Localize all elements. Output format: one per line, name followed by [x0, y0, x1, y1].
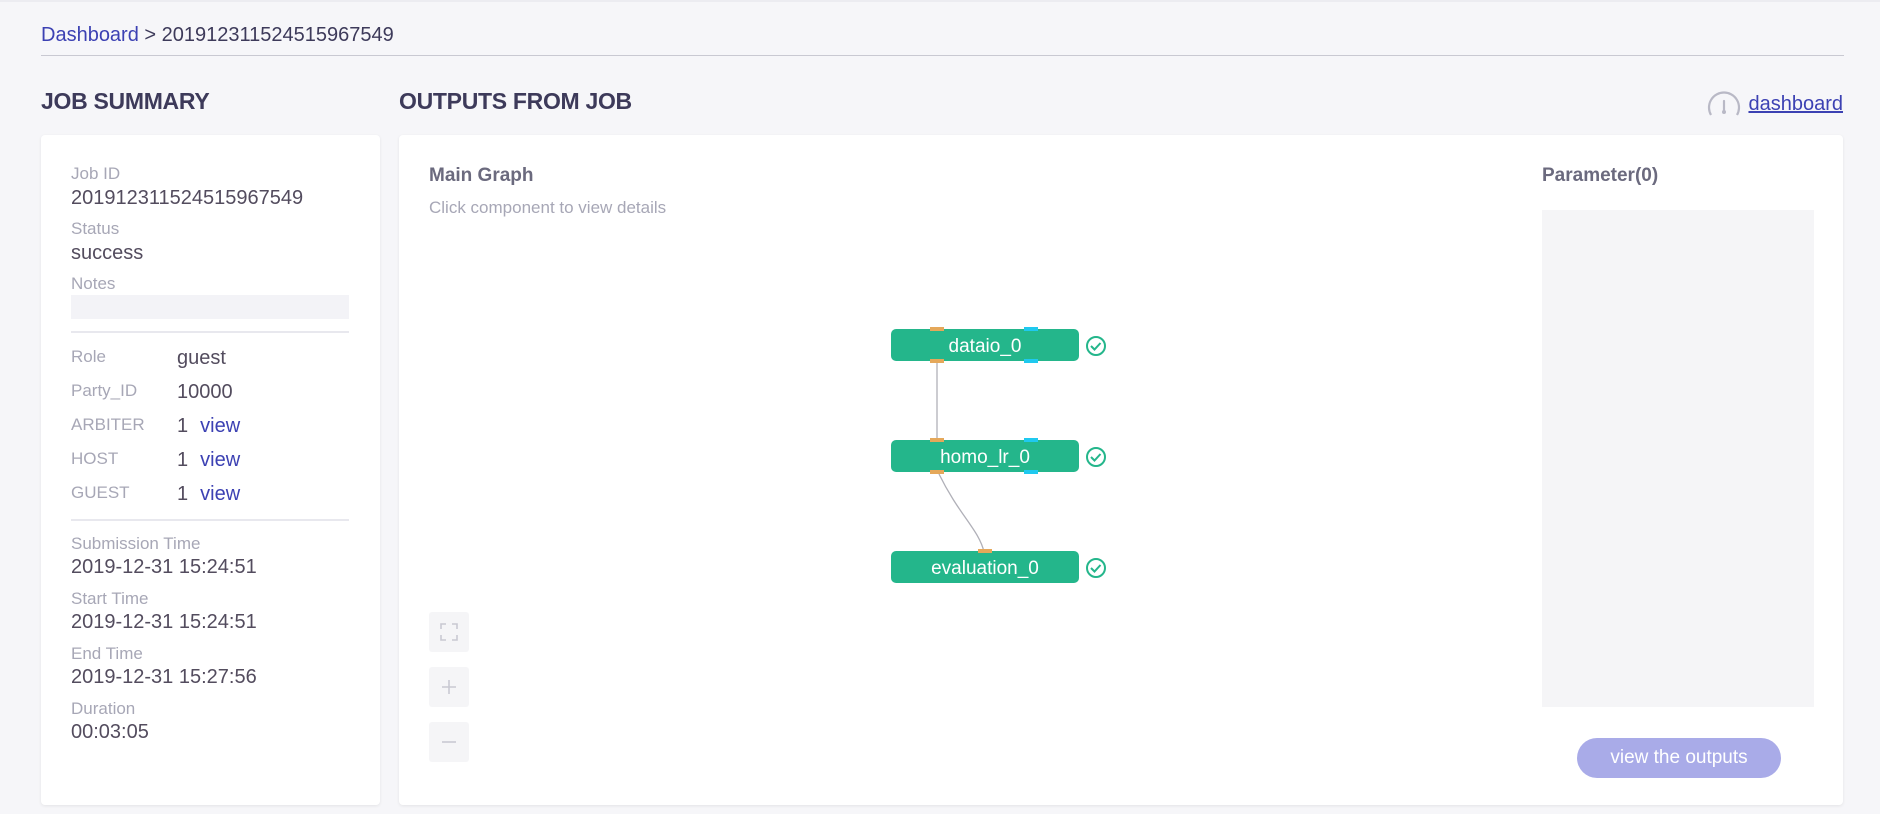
success-check-icon [1086, 558, 1106, 578]
node-label-homo-lr: homo_lr_0 [940, 447, 1030, 468]
port-model-in [1024, 327, 1038, 331]
port-model-in [1024, 438, 1038, 442]
node-label-dataio: dataio_0 [949, 336, 1022, 357]
job-summary-heading: JOB SUMMARY [41, 88, 210, 114]
summary-divider-2 [71, 519, 349, 521]
port-data-in [978, 549, 992, 553]
end-time-value: 2019-12-31 15:27:56 [71, 666, 257, 688]
fullscreen-button[interactable] [429, 612, 469, 652]
breadcrumb: Dashboard > 201912311524515967549 [41, 24, 394, 47]
submission-time-value: 2019-12-31 15:24:51 [71, 556, 257, 578]
edge-homo-evaluation [938, 473, 985, 553]
dag-graph: dataio_0 homo_lr_0 evaluation_0 [891, 327, 1106, 583]
port-model-out [1024, 470, 1038, 474]
node-label-evaluation: evaluation_0 [931, 558, 1039, 579]
host-view-link[interactable]: view [200, 449, 240, 471]
parameter-title: Parameter(0) [1542, 165, 1659, 186]
zoom-out-button[interactable] [429, 722, 469, 762]
fullscreen-icon [440, 623, 458, 641]
host-label: HOST [71, 449, 119, 468]
party-id-value: 10000 [177, 381, 233, 403]
success-check-icon [1086, 447, 1106, 467]
duration-label: Duration [71, 699, 136, 718]
parameter-panel [1542, 210, 1814, 707]
arbiter-label: ARBITER [71, 415, 145, 434]
arbiter-count: 1 [177, 415, 189, 437]
summary-divider-1 [71, 331, 349, 333]
arbiter-view-link[interactable]: view [200, 415, 240, 437]
start-time-label: Start Time [71, 589, 149, 608]
guest-count: 1 [177, 483, 189, 505]
graph-node-homo-lr[interactable]: homo_lr_0 [891, 438, 1079, 474]
outputs-heading: OUTPUTS FROM JOB [399, 88, 632, 114]
port-data-in [930, 327, 944, 331]
port-data-out [930, 359, 944, 363]
breadcrumb-dashboard-link[interactable]: Dashboard [41, 24, 139, 46]
port-data-out [930, 470, 944, 474]
job-summary-card: Job ID 201912311524515967549 Status succ… [41, 135, 380, 805]
notes-label: Notes [71, 274, 116, 293]
job-id-label: Job ID [71, 164, 121, 183]
breadcrumb-divider [41, 55, 1844, 56]
host-row: 1 view [177, 449, 240, 472]
end-time-label: End Time [71, 644, 143, 663]
status-label: Status [71, 219, 120, 238]
guest-row: 1 view [177, 483, 240, 506]
party-id-label: Party_ID [71, 381, 138, 400]
view-outputs-button[interactable]: view the outputs [1577, 738, 1781, 778]
duration-value: 00:03:05 [71, 721, 149, 743]
outputs-card: Main Graph Click component to view detai… [399, 135, 1843, 805]
graph-node-evaluation[interactable]: evaluation_0 [891, 549, 1079, 583]
role-value: guest [177, 347, 226, 369]
role-label: Role [71, 347, 106, 366]
notes-field[interactable] [71, 295, 349, 319]
dashboard-link-group: dashboard [1706, 88, 1843, 120]
dashboard-gauge-icon [1708, 91, 1741, 116]
success-check-icon [1086, 336, 1106, 356]
zoom-in-button[interactable] [429, 667, 469, 707]
job-id-value: 201912311524515967549 [71, 187, 304, 209]
guest-label: GUEST [71, 483, 130, 502]
host-count: 1 [177, 449, 189, 471]
status-value: success [71, 242, 144, 264]
submission-time-label: Submission Time [71, 534, 201, 553]
start-time-value: 2019-12-31 15:24:51 [71, 611, 257, 633]
guest-view-link[interactable]: view [200, 483, 240, 505]
top-border [0, 0, 1880, 2]
dashboard-link[interactable]: dashboard [1748, 93, 1843, 116]
arbiter-row: 1 view [177, 415, 240, 438]
port-data-in [930, 438, 944, 442]
breadcrumb-current: 201912311524515967549 [161, 24, 394, 46]
zoom-out-icon [442, 741, 456, 743]
port-model-out [1024, 359, 1038, 363]
breadcrumb-separator: > [138, 24, 162, 46]
graph-node-dataio[interactable]: dataio_0 [891, 327, 1079, 363]
zoom-in-icon [442, 680, 456, 694]
